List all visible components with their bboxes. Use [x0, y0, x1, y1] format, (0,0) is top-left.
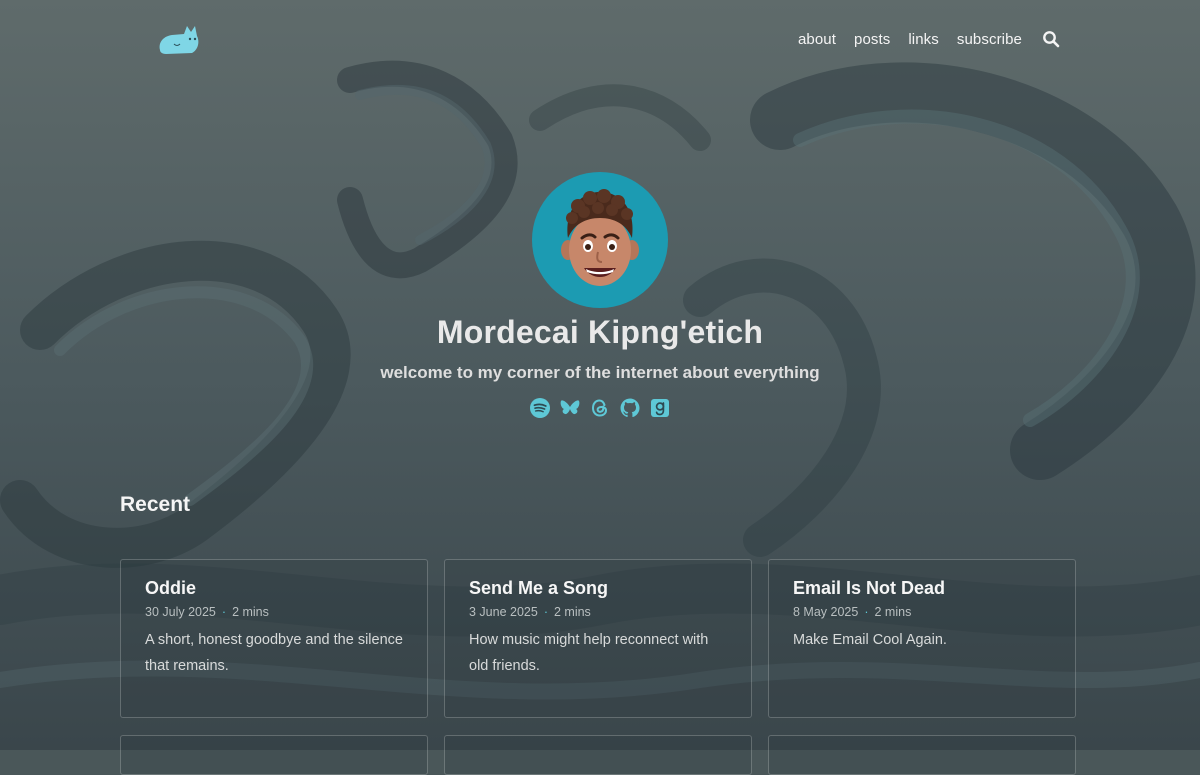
spotify-icon[interactable] [529, 397, 551, 419]
post-meta: 3 June 2025 · 2 mins [469, 605, 727, 619]
post-date: 8 May 2025 [793, 605, 859, 619]
recent-heading: Recent [120, 493, 191, 516]
search-icon[interactable] [1042, 30, 1060, 48]
nav-posts[interactable]: posts [854, 31, 890, 48]
post-card-oddie[interactable]: Oddie 30 July 2025 · 2 mins A short, hones… [120, 559, 428, 718]
recent-posts-grid: Oddie 30 July 2025 · 2 mins A short, hones… [120, 559, 1076, 718]
avatar [532, 172, 668, 308]
post-title[interactable]: Send Me a Song [469, 578, 727, 599]
post-card[interactable] [444, 735, 752, 775]
post-card-send-me-a-song[interactable]: Send Me a Song 3 June 2025 · 2 mins How mu… [444, 559, 752, 718]
post-read-time: 2 mins [874, 605, 912, 619]
post-meta: 8 May 2025 · 2 mins [793, 605, 1051, 619]
post-title[interactable]: Oddie [145, 578, 403, 599]
author-name: Mordecai Kipng'etich [436, 314, 764, 350]
post-read-time: 2 mins [232, 605, 269, 619]
post-title[interactable]: Email Is Not Dead [793, 578, 1051, 599]
goodreads-icon[interactable] [649, 397, 671, 419]
nav-links[interactable]: links [908, 31, 939, 48]
separator-dot: · [543, 605, 548, 619]
post-read-time: 2 mins [553, 605, 591, 619]
nav-subscribe[interactable]: subscribe [957, 31, 1022, 48]
post-date: 30 July 2025 [145, 605, 216, 619]
recent-posts-grid-row-2 [120, 735, 1076, 775]
tagline: welcome to my corner of the internet abo… [380, 363, 820, 382]
post-excerpt: Make Email Cool Again. [793, 632, 947, 648]
post-card[interactable] [768, 735, 1076, 775]
github-icon[interactable] [619, 397, 641, 419]
social-links [0, 397, 1200, 419]
post-meta: 30 July 2025 · 2 mins [145, 605, 403, 619]
post-date: 3 June 2025 [469, 605, 538, 619]
main-nav: about posts links subscribe [798, 30, 1060, 48]
nav-about[interactable]: about [798, 31, 836, 48]
separator-dot: · [221, 605, 227, 619]
cat-logo-icon[interactable] [156, 20, 202, 58]
post-card-email-is-not-dead[interactable]: Email Is Not Dead 8 May 2025 · 2 mins Make… [768, 559, 1076, 718]
post-card[interactable] [120, 735, 428, 775]
post-excerpt: How music might help reconnect with old … [469, 632, 709, 674]
post-excerpt: A short, honest goodbye and the silence … [145, 632, 403, 674]
separator-dot: · [864, 605, 869, 619]
bluesky-icon[interactable] [559, 397, 581, 419]
threads-icon[interactable] [589, 397, 611, 419]
